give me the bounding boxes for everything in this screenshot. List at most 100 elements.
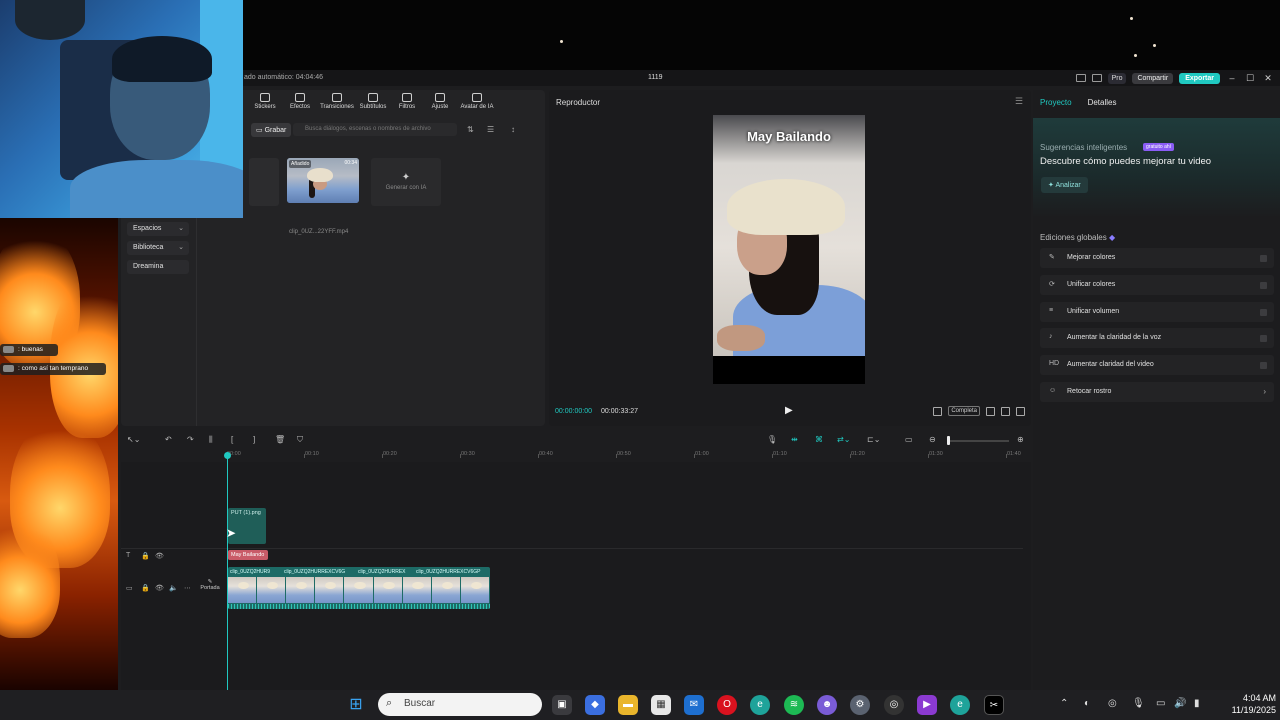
- crop-icon[interactable]: [933, 406, 943, 416]
- main-video-clip[interactable]: clip_0UZQ2HUR9 clip_0UZQ2HURREXCV6G clip…: [228, 567, 490, 609]
- preview-axis-icon[interactable]: ⊏⌄: [867, 435, 880, 444]
- copilot-icon[interactable]: ◆: [585, 695, 605, 715]
- fullscreen-icon[interactable]: [1016, 406, 1025, 416]
- tray-app-icon[interactable]: ◐: [1084, 698, 1090, 709]
- analyze-button[interactable]: ✦ Analizar: [1041, 177, 1088, 193]
- browser-icon[interactable]: e: [950, 695, 970, 715]
- mail-icon[interactable]: ✉: [684, 695, 704, 715]
- video-app-icon[interactable]: ▶: [917, 695, 937, 715]
- store-icon[interactable]: ▦: [651, 695, 671, 715]
- sort-icon[interactable]: ↕: [511, 125, 515, 134]
- toggle[interactable]: [1260, 282, 1267, 289]
- sidebar-item-dreamina[interactable]: Dreamina: [127, 260, 189, 274]
- lock-icon[interactable]: 🔒: [141, 552, 150, 560]
- tool-effects[interactable]: Efectos: [284, 90, 316, 116]
- task-view-icon[interactable]: ▣: [552, 695, 572, 715]
- tab-details[interactable]: Detalles: [1088, 98, 1117, 107]
- toggle[interactable]: [1260, 255, 1267, 262]
- export-button[interactable]: Exportar: [1179, 72, 1220, 84]
- video-clarity-item[interactable]: HD Aumentar claridad del video: [1040, 355, 1274, 375]
- settings-icon[interactable]: ⚙: [850, 695, 870, 715]
- close-icon[interactable]: ✕: [1262, 73, 1274, 84]
- media-search-input[interactable]: Busca diálogos, escenas o nombres de arc…: [293, 123, 457, 136]
- sidebar-item-spaces[interactable]: Espacios ⌄: [127, 222, 189, 236]
- tool-adjust[interactable]: Ajuste: [426, 90, 454, 116]
- trim-left-icon[interactable]: [: [231, 435, 233, 444]
- split-icon[interactable]: ⫼: [209, 435, 213, 445]
- select-tool-icon[interactable]: ↖⌄: [127, 435, 140, 444]
- toggle[interactable]: [1260, 309, 1267, 316]
- audio-icon[interactable]: 🔈: [169, 584, 178, 592]
- tab-project[interactable]: Proyecto: [1040, 98, 1072, 107]
- chevron-up-icon[interactable]: ⌃: [1060, 698, 1068, 709]
- quality-icon[interactable]: [1001, 406, 1010, 416]
- microphone-icon[interactable]: 🎙: [767, 435, 777, 444]
- volume-icon[interactable]: 🔊: [1174, 698, 1186, 709]
- tool-stickers[interactable]: Stickers: [249, 90, 281, 116]
- video-preview[interactable]: May Bailando: [713, 115, 865, 384]
- record-button[interactable]: ▭ Grabar: [251, 123, 292, 137]
- toggle[interactable]: [1260, 335, 1267, 342]
- ratio-button[interactable]: Completa: [948, 406, 980, 416]
- caption-icon[interactable]: ▭: [905, 435, 913, 444]
- more-icon[interactable]: ⋯: [184, 584, 191, 592]
- eye-icon[interactable]: 👁: [155, 552, 164, 560]
- pro-button[interactable]: Pro: [1107, 72, 1127, 84]
- undo-icon[interactable]: ↶: [165, 435, 172, 444]
- generate-ai-card[interactable]: ✦ Generar con IA: [371, 158, 441, 206]
- minimize-icon[interactable]: –: [1226, 73, 1238, 83]
- tool-transitions[interactable]: Transiciones: [319, 90, 355, 116]
- play-icon[interactable]: ▶: [785, 405, 793, 416]
- improve-colors-item[interactable]: ✎ Mejorar colores: [1040, 248, 1274, 268]
- unify-colors-item[interactable]: ⟳ Unificar colores: [1040, 275, 1274, 295]
- battery-icon[interactable]: ▮: [1194, 698, 1200, 709]
- toggle[interactable]: [1260, 362, 1267, 369]
- zoom-out-icon[interactable]: ⊖: [929, 435, 936, 444]
- eye-icon[interactable]: 👁: [155, 584, 164, 592]
- opera-icon[interactable]: O: [717, 695, 737, 715]
- spotify-icon[interactable]: ≋: [784, 695, 804, 715]
- obs-icon[interactable]: ◎: [884, 695, 904, 715]
- filter-icon[interactable]: ⇅: [467, 125, 474, 134]
- menu-icon[interactable]: ☰: [1015, 96, 1023, 107]
- shield-icon[interactable]: ⛉: [297, 435, 303, 445]
- delete-icon[interactable]: 🗑: [275, 435, 285, 444]
- trim-right-icon[interactable]: ]: [253, 435, 255, 444]
- magnet-icon[interactable]: ⌘: [815, 435, 823, 444]
- display-icon[interactable]: ▭: [1156, 698, 1165, 709]
- windows-start-icon[interactable]: ⊞: [346, 695, 366, 715]
- retouch-face-item[interactable]: ☺ Retocar rostro ›: [1040, 382, 1274, 402]
- view-list-icon[interactable]: ☰: [487, 125, 494, 134]
- shortcuts-icon[interactable]: [1091, 74, 1102, 82]
- tray-app-icon[interactable]: ◎: [1108, 698, 1117, 709]
- import-card[interactable]: [249, 158, 279, 206]
- tool-filters[interactable]: Filtros: [391, 90, 423, 116]
- microphone-icon[interactable]: 🎙: [1132, 698, 1145, 709]
- edge-icon[interactable]: e: [750, 695, 770, 715]
- capcut-icon[interactable]: ✂: [984, 695, 1004, 715]
- snap-icon[interactable]: ⇄⌄: [837, 435, 850, 444]
- screenshot-icon[interactable]: [986, 406, 995, 416]
- taskbar-clock[interactable]: 4:04 AM 11/19/2025: [1216, 692, 1276, 716]
- discord-icon[interactable]: ☻: [817, 695, 837, 715]
- media-clip-thumbnail[interactable]: Añadido 00:34: [287, 158, 359, 203]
- share-button[interactable]: Compartir: [1132, 72, 1174, 84]
- zoom-slider[interactable]: [949, 440, 1009, 442]
- cover-button[interactable]: ✎ Portada: [198, 579, 222, 599]
- sidebar-item-library[interactable]: Biblioteca ⌄: [127, 241, 189, 255]
- playhead[interactable]: [227, 454, 228, 690]
- voice-clarity-item[interactable]: ♪ Aumentar la claridad de la voz: [1040, 328, 1274, 348]
- maximize-icon[interactable]: ☐: [1244, 73, 1256, 84]
- redo-icon[interactable]: ↷: [187, 435, 194, 444]
- lock-icon[interactable]: 🔒: [141, 584, 150, 592]
- tool-subtitles[interactable]: Subtítulos: [358, 90, 388, 116]
- layout-icon[interactable]: [1075, 74, 1086, 82]
- zoom-in-icon[interactable]: ⊕: [1017, 435, 1024, 444]
- text-clip[interactable]: May Bailando: [228, 550, 268, 560]
- unify-volume-item[interactable]: ≡ Unificar volumen: [1040, 302, 1274, 322]
- zoom-slider-handle[interactable]: [947, 436, 950, 445]
- tool-ai-avatar[interactable]: Avatar de IA: [457, 90, 497, 116]
- taskbar-search[interactable]: ⌕ Buscar: [378, 693, 542, 716]
- link-icon[interactable]: ⇹: [791, 435, 798, 444]
- file-explorer-icon[interactable]: ▬: [618, 695, 638, 715]
